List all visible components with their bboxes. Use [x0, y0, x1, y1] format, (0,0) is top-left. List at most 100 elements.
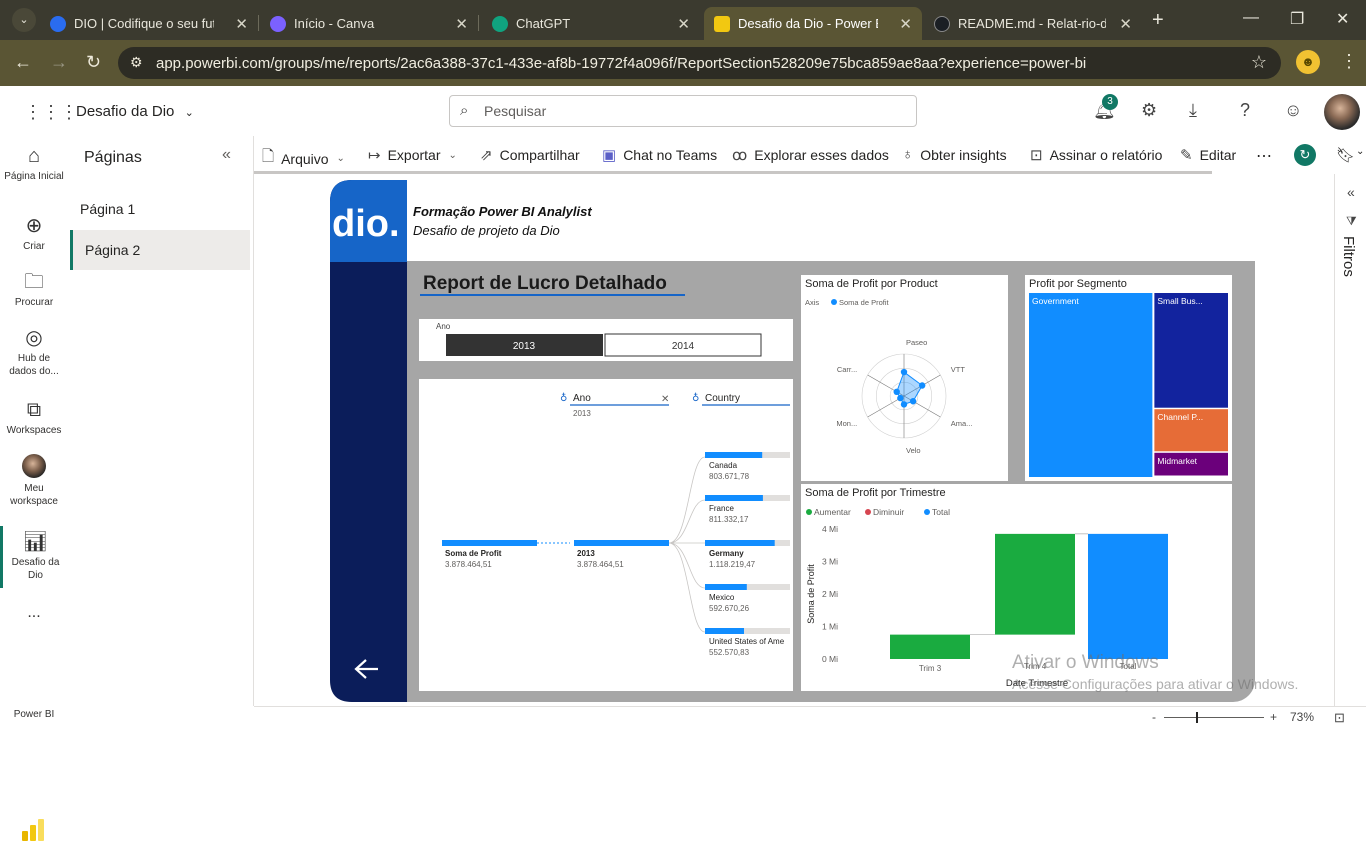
- browser-menu-icon[interactable]: ⋮: [1340, 51, 1358, 72]
- close-tab-icon[interactable]: ✕: [455, 15, 468, 33]
- browser-tab-powerbi[interactable]: Desafio da Dio - Power BI ✕: [704, 7, 922, 40]
- slicer-label: Ano: [436, 322, 451, 331]
- forward-icon[interactable]: →: [50, 52, 68, 73]
- nav-more[interactable]: ...: [0, 604, 68, 621]
- nav-browse[interactable]: 🗀︎ Procurar: [0, 270, 68, 309]
- browser-tab-chatgpt[interactable]: ChatGPT ✕: [482, 7, 700, 40]
- minimize-icon[interactable]: —: [1243, 9, 1259, 27]
- browser-tab-canva[interactable]: Início - Canva ✕: [260, 7, 479, 40]
- home-icon: ⌂: [27, 145, 41, 167]
- treemap-tile[interactable]: Government: [1029, 293, 1153, 477]
- pages-title: Páginas: [84, 149, 142, 166]
- radar-data-point[interactable]: [897, 394, 904, 402]
- share-button[interactable]: ⇗ Compartilhar: [480, 146, 580, 164]
- treemap-plot[interactable]: Government Small Bus... Channel P... Midmar…: [1029, 293, 1228, 477]
- slicer-option-2013[interactable]: 2013: [446, 334, 603, 356]
- page-item-1[interactable]: Página 1: [68, 189, 248, 229]
- radar-data-point[interactable]: [918, 382, 926, 389]
- zoom-slider-knob[interactable]: [1196, 712, 1198, 723]
- nav-create[interactable]: ⊕ Criar: [0, 214, 68, 253]
- browser-tab-dio[interactable]: DIO | Codifique o seu futuro ✕: [40, 7, 259, 40]
- reload-icon[interactable]: ↻: [86, 52, 101, 73]
- close-tab-icon[interactable]: ✕: [235, 15, 248, 33]
- windows-activation-subtext: Acesse Configurações para ativar o Windo…: [1012, 676, 1299, 692]
- help-icon[interactable]: ?: [1240, 100, 1250, 121]
- node-bar-fill: [705, 584, 747, 590]
- get-insights-button[interactable]: ♁ Obter insights: [902, 146, 1007, 163]
- fit-to-page-icon[interactable]: ⊡: [1334, 710, 1345, 726]
- more-icon: ...: [27, 604, 41, 621]
- browser-tab-github[interactable]: README.md - Relat-rio-de-V ✕: [924, 7, 1142, 40]
- explore-data-button[interactable]: ꝏ Explorar esses dados: [732, 146, 889, 164]
- address-bar-row: ← → ↻ ⚙ app.powerbi.com/groups/me/report…: [0, 40, 1366, 86]
- waterfall-bar-increase[interactable]: [890, 634, 970, 659]
- treemap-tile[interactable]: Midmarket: [1154, 452, 1228, 476]
- share-label: Compartilhar: [499, 147, 580, 163]
- collapse-pane-icon[interactable]: «: [222, 146, 231, 164]
- report-canvas: dio. Formação Power BI Analylist Desafio…: [254, 174, 1334, 706]
- edit-button[interactable]: ✎ Editar: [1180, 146, 1236, 164]
- github-favicon-icon: [934, 15, 950, 32]
- node-bar-fill: [705, 628, 744, 634]
- close-tab-icon[interactable]: ✕: [1119, 15, 1132, 33]
- nav-data-hub[interactable]: ◎ Hub de dados do...: [0, 326, 68, 378]
- zoom-in-button[interactable]: +: [1270, 710, 1277, 724]
- treemap-tile-label: Midmarket: [1157, 456, 1197, 466]
- close-tab-icon[interactable]: ✕: [677, 15, 690, 33]
- radar-data-point[interactable]: [900, 368, 908, 376]
- slicer-option-2014[interactable]: 2014: [604, 333, 762, 357]
- nav-home[interactable]: ⌂ Página Inicial: [0, 144, 68, 183]
- new-tab-icon[interactable]: +: [1152, 9, 1164, 32]
- bookmark-icon[interactable]: 🔖︎: [1336, 146, 1355, 164]
- close-window-icon[interactable]: ✕: [1336, 9, 1349, 29]
- close-level-icon[interactable]: ✕: [661, 394, 669, 405]
- radar-data-point[interactable]: [893, 388, 900, 395]
- legend-marker: [865, 509, 871, 515]
- download-icon[interactable]: ⤓: [1189, 100, 1197, 121]
- nav-report-desafio[interactable]: 📊︎ Desafio da Dio: [0, 526, 68, 588]
- settings-gear-icon[interactable]: ⚙: [1141, 100, 1157, 121]
- profile-avatar-icon[interactable]: ☻: [1296, 50, 1320, 74]
- y-axis-title: Soma de Profit: [806, 564, 816, 624]
- nav-workspaces[interactable]: ⧉ Workspaces: [0, 398, 68, 437]
- back-icon[interactable]: ←: [14, 52, 32, 73]
- radar-data-point[interactable]: [909, 398, 917, 405]
- treemap-tile[interactable]: Small Bus...: [1154, 293, 1228, 408]
- powerbi-header: ⋮⋮⋮ Desafio da Dio ⌄ ⌕ Pesquisar 🔔︎ 3 ⚙ …: [0, 86, 1366, 136]
- status-bar: - + 73% ⊡: [254, 706, 1366, 729]
- nav-home-label: Página Inicial: [4, 171, 64, 182]
- legend-marker: [831, 299, 837, 305]
- workspace-name[interactable]: Desafio da Dio ⌄: [76, 103, 194, 120]
- app-launcher-icon[interactable]: ⋮⋮⋮: [24, 102, 78, 123]
- restore-icon[interactable]: ❐: [1290, 9, 1304, 29]
- tab-search-button[interactable]: ⌄: [12, 8, 36, 32]
- url-text: app.powerbi.com/groups/me/reports/2ac6a3…: [156, 54, 1087, 72]
- expand-filters-icon[interactable]: «: [1347, 184, 1355, 200]
- reset-icon[interactable]: ↻: [1294, 144, 1316, 166]
- close-tab-icon[interactable]: ✕: [899, 15, 912, 33]
- site-settings-icon[interactable]: ⚙: [130, 54, 143, 71]
- more-options-icon[interactable]: ⋯: [1256, 146, 1272, 166]
- country-value: 1.118.219,47: [709, 560, 756, 569]
- feedback-icon[interactable]: ☺: [1284, 100, 1302, 121]
- file-menu-button[interactable]: 🗋︎ Arquivo ⌄: [262, 146, 345, 171]
- url-input[interactable]: ⚙ app.powerbi.com/groups/me/reports/2ac6…: [118, 47, 1281, 79]
- radar-data-point[interactable]: [900, 401, 908, 408]
- chat-in-teams-button[interactable]: ▣ Chat no Teams: [602, 146, 717, 164]
- node-bar: [574, 540, 669, 546]
- export-menu-button[interactable]: ↦ Exportar ⌄: [368, 146, 457, 164]
- filters-pane[interactable]: « ⧩ Filtros: [1334, 174, 1366, 706]
- page-item-2[interactable]: Página 2: [70, 230, 250, 270]
- subscribe-report-button[interactable]: ⊡ Assinar o relatório: [1030, 146, 1162, 164]
- user-avatar[interactable]: [1324, 94, 1360, 130]
- zoom-slider[interactable]: [1164, 712, 1264, 723]
- waterfall-bar-increase[interactable]: [995, 533, 1075, 635]
- chevron-down-icon[interactable]: ⌄: [1356, 146, 1364, 157]
- zoom-out-button[interactable]: -: [1152, 710, 1156, 724]
- treemap-tile[interactable]: Channel P...: [1154, 409, 1228, 452]
- waterfall-bar-total[interactable]: [1088, 533, 1168, 659]
- nav-browse-label: Procurar: [14, 297, 54, 308]
- nav-my-workspace[interactable]: Meu workspace: [0, 454, 68, 508]
- bookmark-star-icon[interactable]: ☆: [1251, 52, 1267, 73]
- search-input[interactable]: ⌕ Pesquisar: [449, 95, 917, 127]
